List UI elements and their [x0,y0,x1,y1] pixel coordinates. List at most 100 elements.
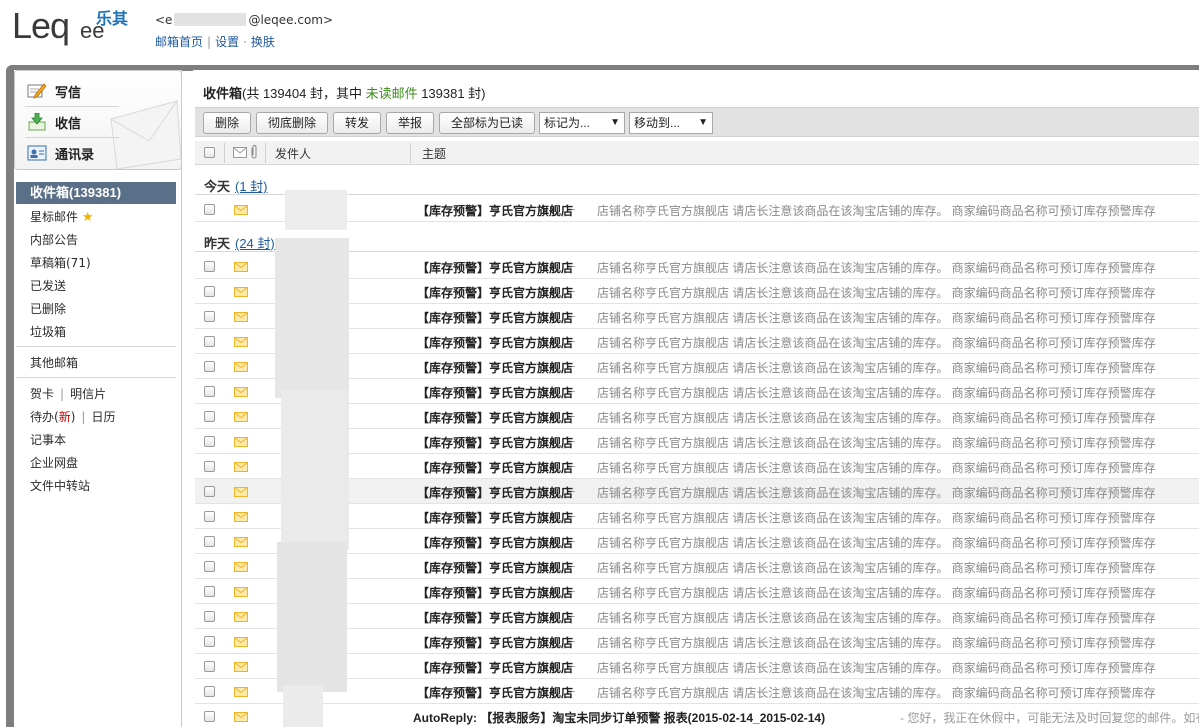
row-checkbox[interactable] [204,361,215,372]
mail-preview: 店铺名称亨氏官方旗舰店 请店长注意该商品在该淘宝店铺的库存。 商家编码商品名称可… [597,436,1156,450]
row-checkbox[interactable] [204,636,215,647]
row-checkbox[interactable] [204,336,215,347]
group-count-link[interactable]: (1 封) [235,176,268,195]
mail-home-link[interactable]: 邮箱首页 [155,35,203,49]
settings-link[interactable]: 设置 [215,35,239,49]
preview-separator: - [571,202,576,216]
mail-preview: 店铺名称亨氏官方旗舰店 请店长注意该商品在该淘宝店铺的库存。 商家编码商品名称可… [597,636,1156,650]
mail-preview: 店铺名称亨氏官方旗舰店 请店长注意该商品在该淘宝店铺的库存。 商家编码商品名称可… [597,336,1156,350]
mark-as-select[interactable]: 标记为... ▼ [539,112,625,134]
mail-preview: 店铺名称亨氏官方旗舰店 请店长注意该商品在该淘宝店铺的库存。 商家编码商品名称可… [597,204,1156,218]
svg-text:Leq: Leq [12,6,69,46]
mail-subject: 【库存预警】亨氏官方旗舰店 [417,336,574,350]
preview-separator: - [571,684,576,698]
folder-notice[interactable]: 内部公告 [30,231,78,249]
preview-separator: - [571,509,576,523]
folder-trash[interactable]: 垃圾箱 [30,323,66,341]
mail-subject: 【库存预警】亨氏官方旗舰店 [417,461,574,475]
folder-drafts[interactable]: 草稿箱(71) [30,254,91,272]
mail-preview: 店铺名称亨氏官方旗舰店 请店长注意该商品在该淘宝店铺的库存。 商家编码商品名称可… [597,611,1156,625]
mail-preview: 店铺名称亨氏官方旗舰店 请店长注意该商品在该淘宝店铺的库存。 商家编码商品名称可… [597,261,1156,275]
row-checkbox[interactable] [204,611,215,622]
row-checkbox[interactable] [204,486,215,497]
sidebar: 写信 收信 通讯录 收件箱(139381) 星标邮件 ★ 内部公告 草稿箱(71… [14,70,182,727]
envelope-icon [234,687,248,697]
mail-preview: 店铺名称亨氏官方旗舰店 请店长注意该商品在该淘宝店铺的库存。 商家编码商品名称可… [597,386,1156,400]
row-checkbox[interactable] [204,511,215,522]
leqee-logo[interactable]: Leq ee 乐其 [12,6,152,50]
mail-preview: 店铺名称亨氏官方旗舰店 请店长注意该商品在该淘宝店铺的库存。 商家编码商品名称可… [597,486,1156,500]
row-checkbox[interactable] [204,411,215,422]
preview-separator: - [571,434,576,448]
row-checkbox[interactable] [204,311,215,322]
mark-all-read-button[interactable]: 全部标为已读 [439,112,535,134]
row-checkbox[interactable] [204,261,215,272]
mail-subject: 【库存预警】亨氏官方旗舰店 [417,661,574,675]
folder-other-mailbox[interactable]: 其他邮箱 [30,354,78,372]
envelope-icon [234,487,248,497]
skin-link[interactable]: 换肤 [251,35,275,49]
select-all-checkbox[interactable] [204,147,215,158]
mail-subject: 【库存预警】亨氏官方旗舰店 [417,611,574,625]
todo-link[interactable]: 待办(新) [30,410,75,424]
preview-separator: - [571,309,576,323]
account-email: <e @leqee.com> [155,13,334,27]
row-checkbox[interactable] [204,386,215,397]
tool-notes[interactable]: 记事本 [30,431,66,449]
envelope-icon [234,637,248,647]
folder-starred[interactable]: 星标邮件 ★ [30,208,94,226]
report-button[interactable]: 举报 [386,112,434,134]
mail-subject: 【库存预警】亨氏官方旗舰店 [417,486,574,500]
preview-separator: - [571,609,576,623]
preview-separator: - [571,384,576,398]
folder-sent[interactable]: 已发送 [30,277,66,295]
envelope-icon [234,612,248,622]
row-checkbox[interactable] [204,286,215,297]
row-checkbox[interactable] [204,436,215,447]
mail-subject: 【库存预警】亨氏官方旗舰店 [417,361,574,375]
preview-separator: - [571,484,576,498]
row-checkbox[interactable] [204,204,215,215]
mail-subject: 【库存预警】亨氏官方旗舰店 [417,411,574,425]
group-label: 昨天 [204,236,231,251]
delete-button[interactable]: 删除 [203,112,251,134]
receive-button[interactable]: 收信 [27,108,117,136]
mail-subject: 【库存预警】亨氏官方旗舰店 [417,586,574,600]
row-checkbox[interactable] [204,536,215,547]
row-checkbox[interactable] [204,586,215,597]
column-subject[interactable]: 主题 [422,145,446,162]
postcard-link[interactable]: 明信片 [70,387,106,401]
row-checkbox[interactable] [204,461,215,472]
permanent-delete-button[interactable]: 彻底删除 [256,112,328,134]
unread-mail-link[interactable]: 未读邮件 [366,86,418,101]
folder-deleted[interactable]: 已删除 [30,300,66,318]
row-checkbox[interactable] [204,561,215,572]
mail-preview: 店铺名称亨氏官方旗舰店 请店长注意该商品在该淘宝店铺的库存。 商家编码商品名称可… [597,361,1156,375]
row-checkbox[interactable] [204,661,215,672]
card-link[interactable]: 贺卡 [30,387,54,401]
mail-preview: 店铺名称亨氏官方旗舰店 请店长注意该商品在该淘宝店铺的库存。 商家编码商品名称可… [597,286,1156,300]
envelope-icon [234,412,248,422]
tool-enterprise-disk[interactable]: 企业网盘 [30,454,78,472]
envelope-icon [234,262,248,272]
move-to-select[interactable]: 移动到... ▼ [629,112,713,134]
quick-actions: 写信 收信 通讯录 [14,70,182,170]
contacts-button[interactable]: 通讯录 [27,139,117,167]
compose-button[interactable]: 写信 [27,77,117,105]
calendar-link[interactable]: 日历 [91,410,115,424]
row-checkbox[interactable] [204,686,215,697]
attachment-icon [251,145,257,159]
mail-preview: 店铺名称亨氏官方旗舰店 请店长注意该商品在该淘宝店铺的库存。 商家编码商品名称可… [597,511,1156,525]
mail-status-icon [233,147,247,158]
tool-file-transfer[interactable]: 文件中转站 [30,477,90,495]
mail-subject: 【库存预警】亨氏官方旗舰店 [417,686,574,700]
forward-button[interactable]: 转发 [333,112,381,134]
group-count-link[interactable]: (24 封) [235,233,275,252]
preview-separator: - [571,359,576,373]
folder-inbox[interactable]: 收件箱(139381) [16,182,176,204]
envelope-icon [234,437,248,447]
row-checkbox[interactable] [204,711,215,722]
column-sender[interactable]: 发件人 [275,145,311,162]
envelope-icon [234,387,248,397]
mail-preview: 店铺名称亨氏官方旗舰店 请店长注意该商品在该淘宝店铺的库存。 商家编码商品名称可… [597,461,1156,475]
